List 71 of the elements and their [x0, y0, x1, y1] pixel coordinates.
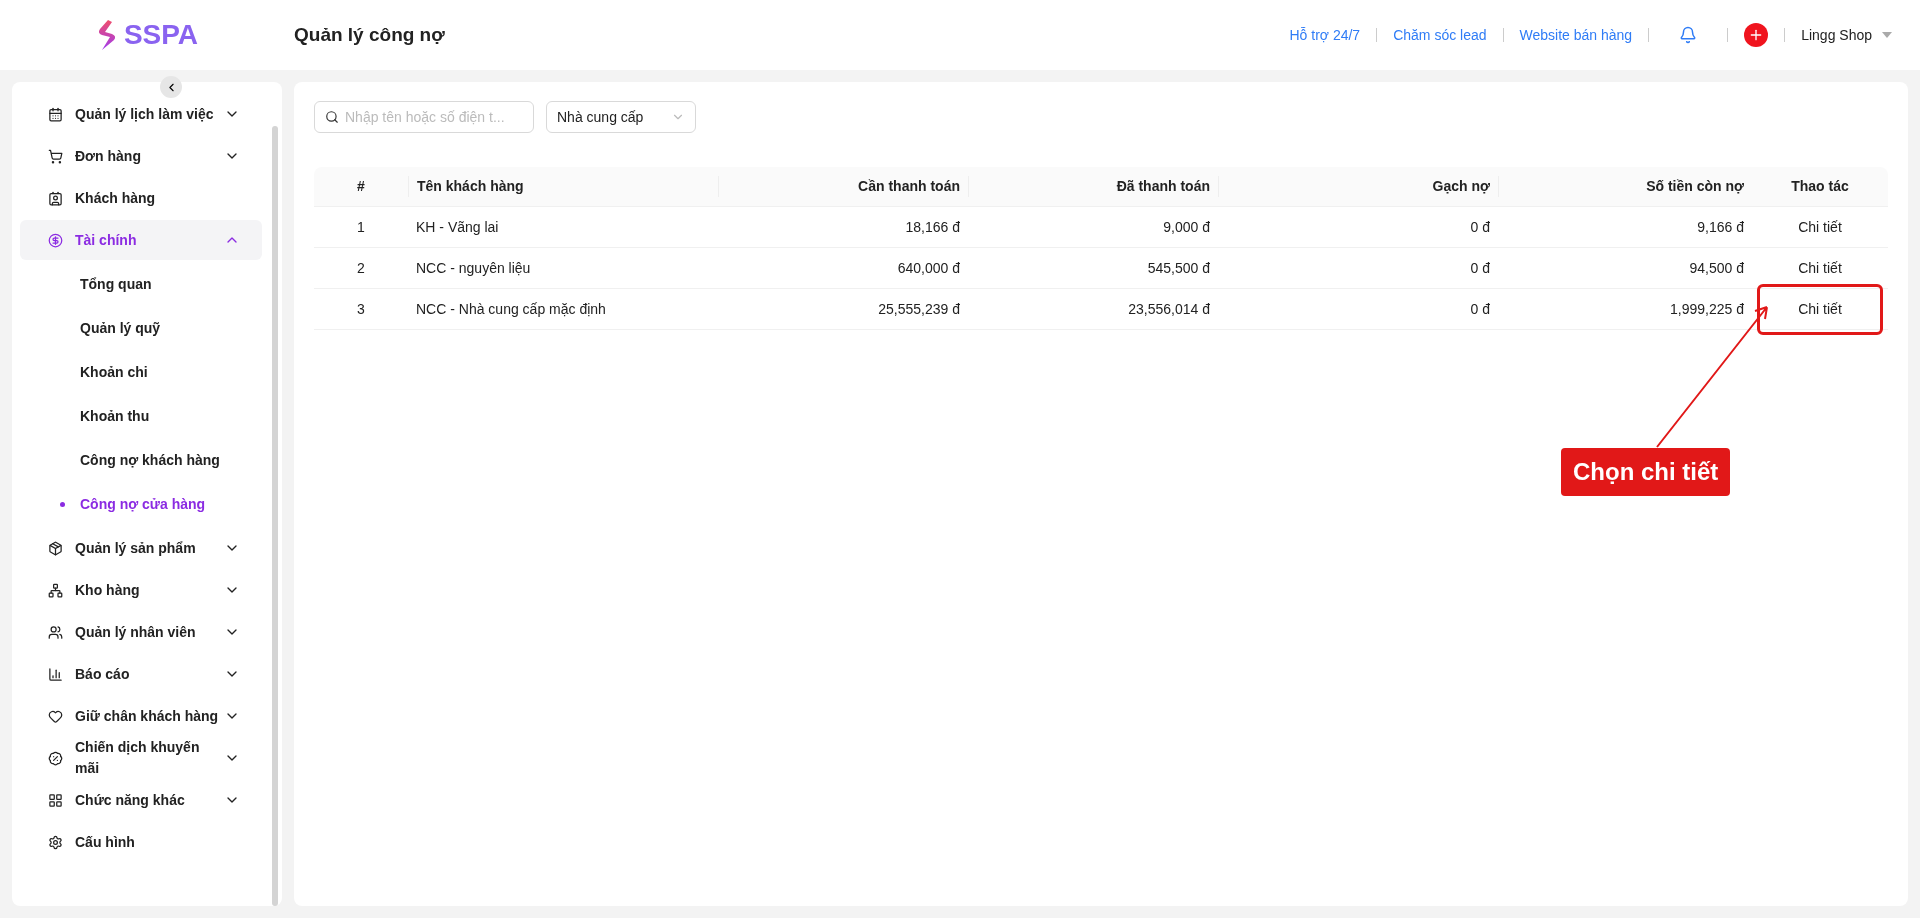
- bar-chart-icon: [48, 666, 63, 682]
- settings-icon: [48, 834, 63, 850]
- sidebar-item[interactable]: Báo cáo: [20, 654, 262, 694]
- sidebar-item[interactable]: Khách hàng: [20, 178, 262, 218]
- table-cell-text: 1,999,225 đ: [1669, 299, 1745, 319]
- contact-card-icon: [48, 190, 63, 206]
- detail-link[interactable]: Chi tiết: [1757, 283, 1883, 335]
- table-cell-text: 23,556,014 đ: [1127, 299, 1211, 319]
- hierarchy-icon: [48, 582, 63, 598]
- table-cell-text: 94,500 đ: [1688, 258, 1745, 278]
- table-cell-text: 3: [356, 299, 366, 319]
- header-link[interactable]: Chăm sóc lead: [1377, 24, 1503, 46]
- cart-icon: [48, 148, 63, 164]
- box-icon: [48, 540, 63, 556]
- column-header: Cần thanh toán: [718, 176, 968, 197]
- notification-bell-icon[interactable]: [1679, 26, 1698, 44]
- column-header: #: [356, 177, 366, 196]
- search-field[interactable]: Nhập tên hoặc số điện t...: [314, 101, 534, 133]
- column-header: Đã thanh toán: [968, 176, 1218, 197]
- table-cell-text: 0 đ: [1469, 217, 1491, 237]
- sidebar-item[interactable]: Tài chính: [20, 220, 262, 260]
- header-link[interactable]: Website bán hàng: [1503, 24, 1649, 46]
- column-header: Gạch nợ: [1218, 176, 1498, 197]
- add-button[interactable]: [1744, 23, 1769, 47]
- table-cell-text: NCC - nguyên liệu: [415, 258, 532, 278]
- table-cell-text: KH - Vãng lai: [415, 217, 500, 237]
- sidebar-item[interactable]: Chiến dịch khuyến mãi: [20, 738, 262, 778]
- callout-label: Chọn chi tiết: [1561, 448, 1731, 496]
- logo-text: SSPA: [123, 18, 199, 52]
- submenu-item[interactable]: Công nợ cửa hàng: [80, 493, 206, 515]
- submenu-item[interactable]: Khoản chi: [80, 361, 148, 383]
- dollar-circle-icon: [48, 232, 63, 248]
- submenu-item[interactable]: Khoản thu: [80, 405, 150, 427]
- table-cell-text: 9,166 đ: [1696, 217, 1745, 237]
- search-icon: [325, 110, 339, 124]
- scrollbar[interactable]: [272, 126, 278, 906]
- sidebar-item[interactable]: Kho hàng: [20, 570, 262, 610]
- type-select[interactable]: Nhà cung cấp: [546, 101, 696, 133]
- percent-badge-icon: [48, 750, 63, 766]
- table-cell-text: 640,000 đ: [896, 258, 961, 278]
- submenu-item[interactable]: Tổng quan: [80, 273, 152, 295]
- sidebar-item[interactable]: Quản lý lịch làm việc: [20, 94, 262, 134]
- sidebar-item[interactable]: Đơn hàng: [20, 136, 262, 176]
- column-header: Thao tác: [1790, 177, 1850, 196]
- submenu-item[interactable]: Quản lý quỹ: [80, 317, 161, 339]
- people-icon: [48, 624, 63, 640]
- table-cell-text: 0 đ: [1469, 258, 1491, 278]
- submenu-item[interactable]: Công nợ khách hàng: [80, 449, 220, 471]
- table-cell-text: NCC - Nhà cung cấp mặc định: [415, 299, 607, 319]
- table-cell-text: 0 đ: [1469, 299, 1491, 319]
- column-header: Tên khách hàng: [408, 176, 718, 197]
- collapse-button[interactable]: [160, 76, 182, 98]
- table-cell-text: 545,500 đ: [1146, 258, 1211, 278]
- table-cell-text: 25,555,239 đ: [877, 299, 961, 319]
- grid-icon: [48, 792, 63, 808]
- page-title: Quản lý công nợ: [294, 22, 445, 47]
- user-menu[interactable]: Lingg Shop: [1785, 24, 1892, 46]
- table-cell-text: 18,166 đ: [904, 217, 961, 237]
- column-header: Số tiền còn nợ: [1498, 176, 1752, 197]
- sidebar-item[interactable]: Cấu hình: [20, 822, 262, 862]
- heart-icon: [48, 708, 63, 724]
- table-cell-text: 2: [356, 258, 366, 278]
- header-link[interactable]: Hỗ trợ 24/7: [1273, 24, 1377, 46]
- caret-down-icon: [1882, 32, 1892, 38]
- sidebar-item[interactable]: Quản lý nhân viên: [20, 612, 262, 652]
- table-cell-text: 1: [356, 217, 366, 237]
- table-cell-text: 9,000 đ: [1162, 217, 1211, 237]
- calendar-icon: [48, 106, 63, 122]
- sidebar-item[interactable]: Quản lý sản phẩm: [20, 528, 262, 568]
- sidebar-item[interactable]: Giữ chân khách hàng: [20, 696, 262, 736]
- sidebar-item[interactable]: Chức năng khác: [20, 780, 262, 820]
